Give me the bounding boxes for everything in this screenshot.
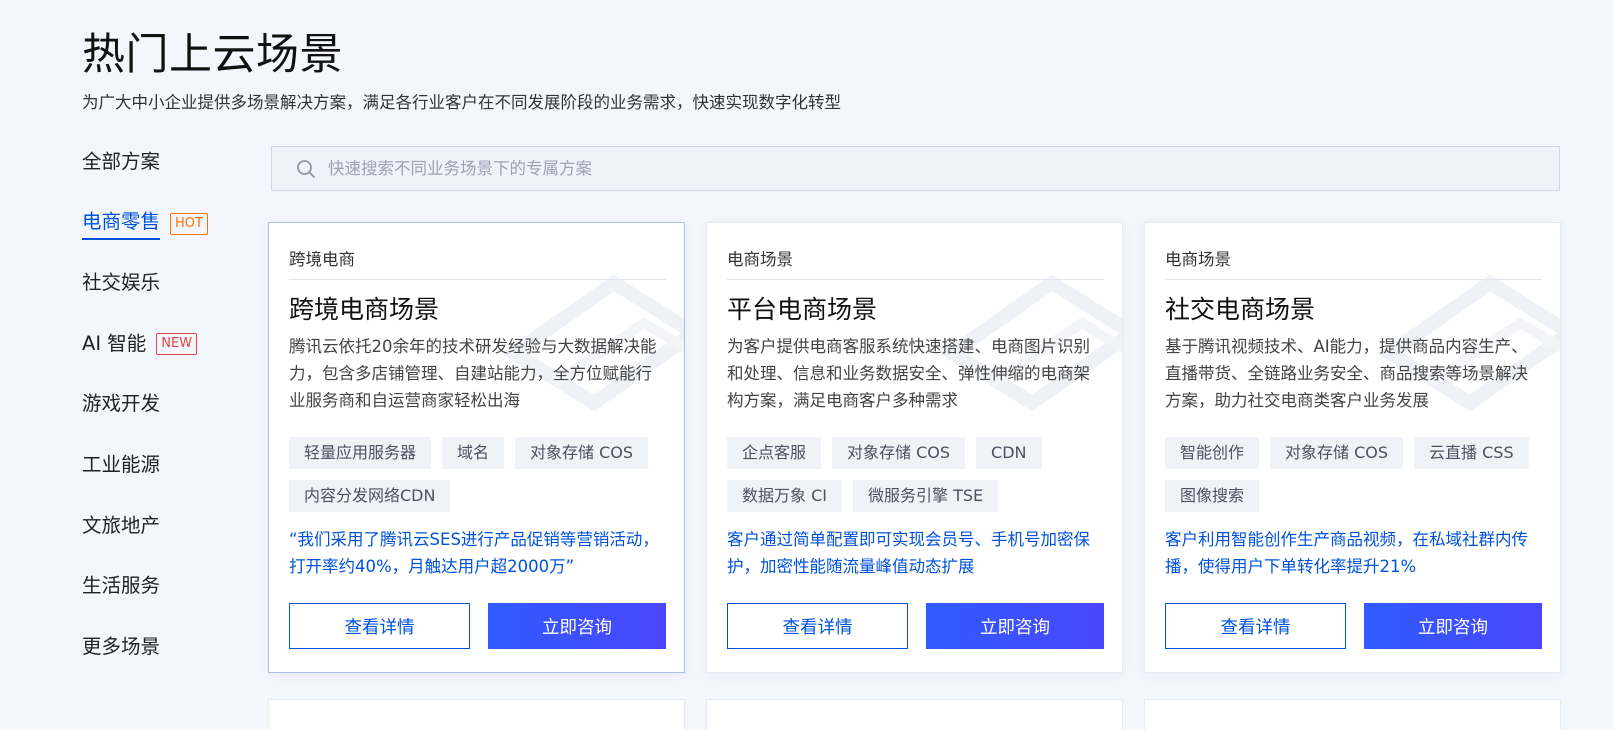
sidebar-item-label: 更多场景 xyxy=(82,635,161,658)
consult-now-button[interactable]: 立即咨询 xyxy=(488,603,666,649)
sidebar-item-label: 社交娱乐 xyxy=(82,271,161,294)
sidebar-item-label: 全部方案 xyxy=(82,150,161,173)
sidebar-item-label: AI 智能 xyxy=(82,332,147,355)
hot-badge: HOT xyxy=(170,213,208,235)
card-description: 腾讯云依托20余年的技术研发经验与大数据解决能力，包含多店铺管理、自建站能力，全… xyxy=(289,337,657,410)
card-title: 平台电商场景 xyxy=(727,295,878,324)
product-tag[interactable]: CDN xyxy=(976,437,1042,469)
search-input[interactable] xyxy=(328,147,1559,190)
sidebar-item-label: 电商零售 xyxy=(82,208,161,240)
solution-card-social[interactable]: 电商场景 社交电商场景 基于腾讯视频技术、AI能力，提供商品内容生产、直播带货、… xyxy=(1144,222,1561,673)
view-details-button[interactable]: 查看详情 xyxy=(1165,603,1346,649)
product-tag[interactable]: 内容分发网络CDN xyxy=(289,480,451,512)
sidebar-item-label: 生活服务 xyxy=(82,574,161,597)
product-tag[interactable]: 微服务引擎 TSE xyxy=(852,480,999,512)
solution-card-platform[interactable]: 电商场景 平台电商场景 为客户提供电商客服系统快速搭建、电商图片识别和处理、信息… xyxy=(706,222,1123,673)
search-icon xyxy=(286,159,326,179)
sidebar-item-label: 工业能源 xyxy=(82,453,161,476)
solution-card-cross-border[interactable]: 跨境电商 跨境电商场景 腾讯云依托20余年的技术研发经验与大数据解决能力，包含多… xyxy=(268,222,685,673)
search-bar[interactable] xyxy=(271,146,1560,191)
sidebar-item-all[interactable]: 全部方案 xyxy=(82,148,160,176)
card-tags: 轻量应用服务器 域名 对象存储 COS 内容分发网络CDN xyxy=(289,437,666,512)
card-tags: 企点客服 对象存储 COS CDN 数据万象 CI 微服务引擎 TSE xyxy=(727,437,1104,512)
card-description: 为客户提供电商客服系统快速搭建、电商图片识别和处理、信息和业务数据安全、弹性伸缩… xyxy=(727,337,1090,410)
product-tag[interactable]: 数据万象 CI xyxy=(727,480,842,512)
product-tag[interactable]: 云直播 CSS xyxy=(1414,437,1529,469)
new-badge: NEW xyxy=(156,333,198,355)
consult-now-button[interactable]: 立即咨询 xyxy=(926,603,1104,649)
solution-card-partial[interactable] xyxy=(268,699,685,730)
sidebar-item-more[interactable]: 更多场景 xyxy=(82,633,160,661)
sidebar-item-industry[interactable]: 工业能源 xyxy=(82,451,160,479)
product-tag[interactable]: 企点客服 xyxy=(727,437,822,469)
product-tag[interactable]: 对象存储 COS xyxy=(515,437,649,469)
solution-card-partial[interactable] xyxy=(1144,699,1561,730)
sidebar-item-label: 游戏开发 xyxy=(82,392,161,415)
card-category: 电商场景 xyxy=(1165,249,1542,280)
card-description: 基于腾讯视频技术、AI能力，提供商品内容生产、直播带货、全链路业务安全、商品搜索… xyxy=(1165,337,1528,410)
product-tag[interactable]: 智能创作 xyxy=(1165,437,1260,469)
sidebar-item-game[interactable]: 游戏开发 xyxy=(82,390,160,418)
product-tag[interactable]: 轻量应用服务器 xyxy=(289,437,432,469)
card-title: 社交电商场景 xyxy=(1165,295,1316,324)
sidebar-item-life[interactable]: 生活服务 xyxy=(82,572,160,600)
card-title: 跨境电商场景 xyxy=(289,295,440,324)
sidebar-item-social[interactable]: 社交娱乐 xyxy=(82,269,160,297)
page-title: 热门上云场景 xyxy=(82,30,343,80)
solution-card-partial[interactable] xyxy=(706,699,1123,730)
sidebar-item-tourism[interactable]: 文旅地产 xyxy=(82,512,160,540)
view-details-button[interactable]: 查看详情 xyxy=(289,603,470,649)
sidebar-item-ecommerce[interactable]: 电商零售 HOT xyxy=(82,208,208,240)
page-subtitle: 为广大中小企业提供多场景解决方案，满足各行业客户在不同发展阶段的业务需求，快速实… xyxy=(82,93,841,112)
consult-now-button[interactable]: 立即咨询 xyxy=(1364,603,1542,649)
sidebar-item-ai[interactable]: AI 智能 NEW xyxy=(82,330,198,358)
card-quote: “我们采用了腾讯云SES进行产品促销等营销活动，打开率约40%，月触达用户超20… xyxy=(289,530,659,576)
card-tags: 智能创作 对象存储 COS 云直播 CSS 图像搜索 xyxy=(1165,437,1542,512)
product-tag[interactable]: 图像搜索 xyxy=(1165,480,1260,512)
product-tag[interactable]: 域名 xyxy=(442,437,505,469)
card-quote: 客户通过简单配置即可实现会员号、手机号加密保护，加密性能随流量峰值动态扩展 xyxy=(727,530,1090,576)
sidebar-item-label: 文旅地产 xyxy=(82,514,161,537)
product-tag[interactable]: 对象存储 COS xyxy=(832,437,966,469)
card-quote: 客户利用智能创作生产商品视频，在私域社群内传播，使得用户下单转化率提升21% xyxy=(1165,530,1528,576)
card-category: 跨境电商 xyxy=(289,249,666,280)
product-tag[interactable]: 对象存储 COS xyxy=(1270,437,1404,469)
card-category: 电商场景 xyxy=(727,249,1104,280)
view-details-button[interactable]: 查看详情 xyxy=(727,603,908,649)
